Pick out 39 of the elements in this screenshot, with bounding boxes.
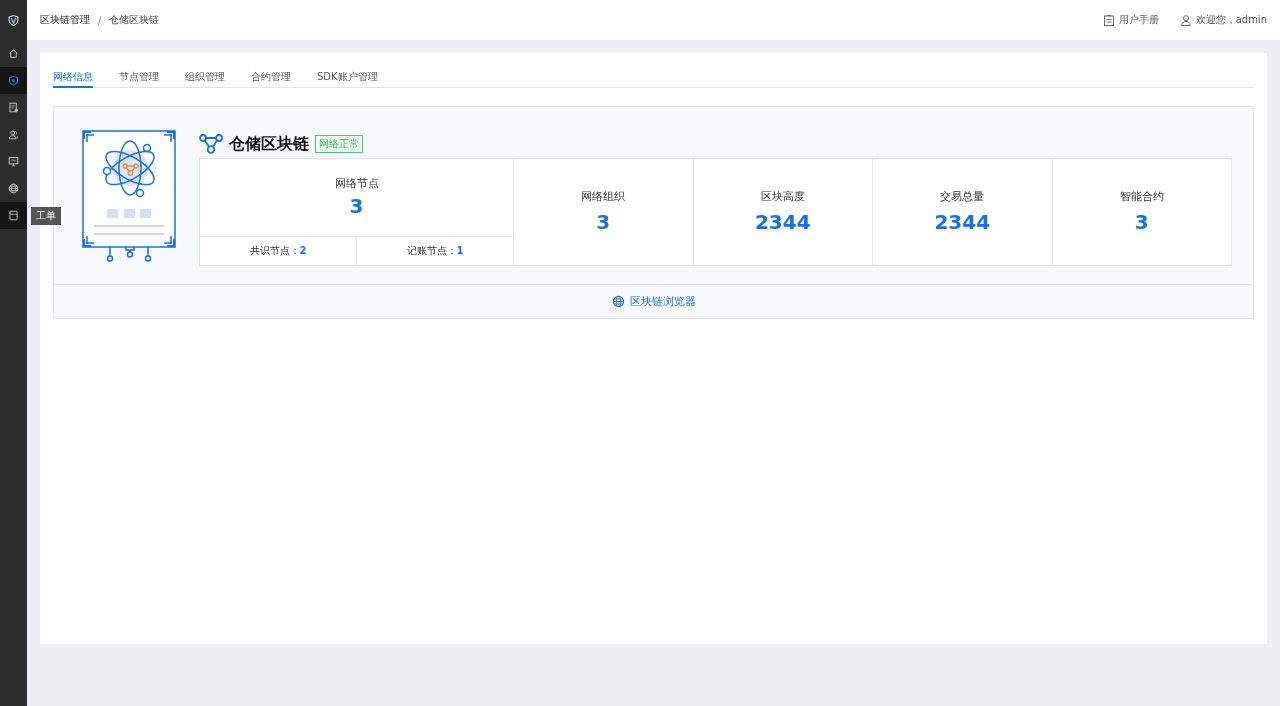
stat-value: 2344 xyxy=(754,210,811,234)
breadcrumb-item: 仓储区块链 xyxy=(109,13,160,27)
user-icon xyxy=(1180,14,1191,26)
stat-value: 2344 xyxy=(934,210,991,234)
stat-label: 智能合约 xyxy=(1119,190,1164,204)
stat-value: 3 xyxy=(1134,210,1149,234)
tab[interactable]: 网络信息 xyxy=(53,67,93,88)
box-icon xyxy=(8,210,19,221)
user-manual-link[interactable]: 用户手册 xyxy=(1103,13,1159,27)
monitor-icon xyxy=(8,156,19,167)
stat-value: 3 xyxy=(596,210,611,234)
network-name: 仓储区块链 xyxy=(229,133,309,155)
clipboard-icon xyxy=(1103,14,1114,26)
tab[interactable]: 组织管理 xyxy=(185,67,225,88)
tooltip: 工单 xyxy=(31,207,61,225)
users-icon xyxy=(8,129,19,140)
tab[interactable]: 合约管理 xyxy=(251,67,291,88)
breadcrumb-separator: / xyxy=(98,14,102,26)
user-menu[interactable]: 欢迎您，admin xyxy=(1180,13,1267,27)
home-icon xyxy=(8,48,19,59)
stat-label: 区块高度 xyxy=(760,190,805,204)
network-nodes-icon xyxy=(199,134,223,154)
tab[interactable]: 节点管理 xyxy=(119,67,159,88)
stat-label: 网络组织 xyxy=(581,190,626,204)
node-count: 记账节点：1 xyxy=(406,244,464,258)
document-icon xyxy=(8,102,19,113)
globe-icon xyxy=(8,183,19,194)
shield-icon xyxy=(8,75,19,86)
status-tag: 网络正常 xyxy=(315,135,363,153)
block-explorer-link[interactable]: 区块链浏览器 xyxy=(611,294,696,309)
node-count: 共识节点：2 xyxy=(249,244,307,258)
tab[interactable]: SDK账户管理 xyxy=(317,67,378,88)
breadcrumb-item[interactable]: 区块链管理 xyxy=(40,13,90,27)
stat-label: 交易总量 xyxy=(940,190,985,204)
sidebar-item[interactable] xyxy=(0,67,27,94)
shield-logo-icon xyxy=(8,14,19,26)
stat-value: 3 xyxy=(349,194,364,218)
globe-icon xyxy=(611,295,625,308)
stat-label: 网络节点 xyxy=(334,177,379,191)
